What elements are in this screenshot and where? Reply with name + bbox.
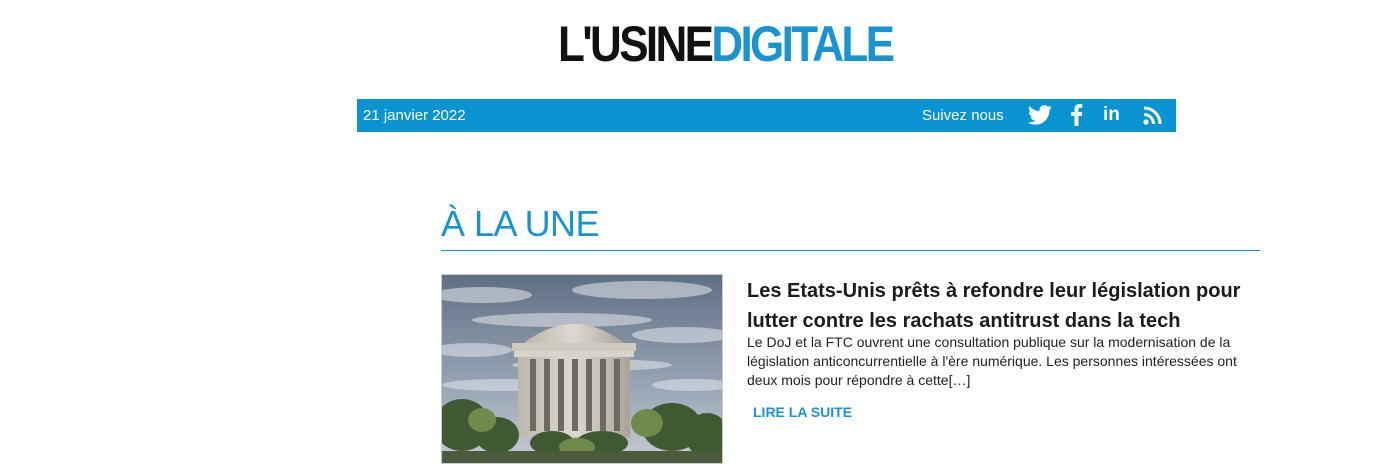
twitter-icon[interactable]	[1028, 104, 1052, 126]
newsletter-date: 21 janvier 2022	[363, 107, 466, 124]
section-title: À LA UNE	[441, 203, 600, 244]
usine-digitale-logo[interactable]: L'USINE DIGITALE	[558, 16, 928, 72]
article-summary: Le DoJ et la FTC ouvrent une consultatio…	[747, 334, 1237, 388]
facebook-icon[interactable]	[1070, 104, 1083, 126]
logo-text-digitale: DIGITALE	[711, 16, 895, 72]
rss-icon[interactable]	[1143, 104, 1163, 126]
article-image[interactable]	[441, 274, 723, 464]
read-more-link[interactable]: LIRE LA SUITE	[753, 404, 852, 420]
logo-text-usine: L'USINE	[558, 16, 714, 72]
follow-us-label: Suivez nous	[922, 107, 1004, 124]
newsletter-page: L'USINE DIGITALE 21 janvier 2022 Suivez n…	[0, 0, 1393, 475]
linkedin-icon-text: in	[1103, 104, 1120, 125]
linkedin-icon[interactable]: in	[1103, 104, 1120, 126]
section-divider	[441, 250, 1260, 251]
top-bar: 21 janvier 2022 Suivez nous in	[357, 99, 1176, 132]
article-title[interactable]: Les Etats-Unis prêts à refondre leur lég…	[747, 276, 1267, 336]
